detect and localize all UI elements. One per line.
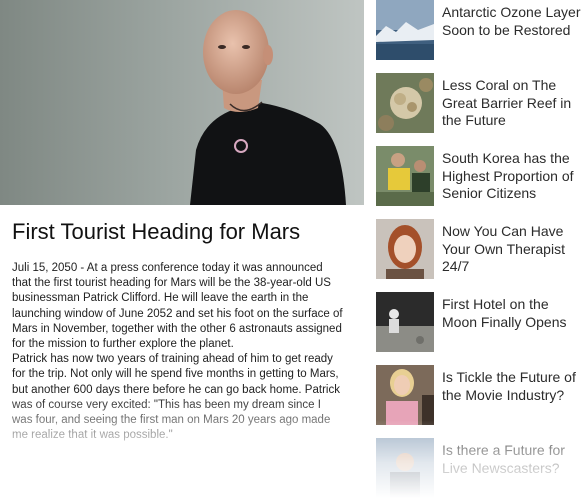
sidebar-item-newscasters[interactable]: Is there a Future for Live Newscasters? <box>374 438 585 500</box>
moon-photo-icon <box>376 292 434 352</box>
sidebar-item-label[interactable]: Less Coral on The Great Barrier Reef in … <box>442 77 582 130</box>
sidebar-item-coral[interactable]: Less Coral on The Great Barrier Reef in … <box>374 73 585 135</box>
related-articles-sidebar: Antarctic Ozone Layer Soon to be Restore… <box>374 0 585 498</box>
sidebar-item-moon-hotel[interactable]: First Hotel on the Moon Finally Opens <box>374 292 585 354</box>
sidebar-item-antarctic-ozone[interactable]: Antarctic Ozone Layer Soon to be Restore… <box>374 0 585 62</box>
sidebar-item-label[interactable]: First Hotel on the Moon Finally Opens <box>442 296 582 331</box>
newscaster-photo-icon <box>376 438 434 498</box>
article-paragraph: Juli 15, 2050 - At a press conference to… <box>12 262 343 351</box>
sidebar-item-tickle-movies[interactable]: Is Tickle the Future of the Movie Indust… <box>374 365 585 427</box>
sidebar-item-label[interactable]: Antarctic Ozone Layer Soon to be Restore… <box>442 4 582 39</box>
antarctic-photo-icon <box>376 0 434 60</box>
seniors-photo-icon <box>376 146 434 206</box>
movie-photo-icon <box>376 365 434 425</box>
hero-photo <box>0 0 364 205</box>
article-body: Juli 15, 2050 - At a press conference to… <box>12 261 344 443</box>
article-paragraph: Patrick has now two years of training ah… <box>12 353 340 442</box>
sidebar-item-label[interactable]: Is Tickle the Future of the Movie Indust… <box>442 369 582 404</box>
sidebar-item-label[interactable]: South Korea has the Highest Proportion o… <box>442 150 582 203</box>
article-title: First Tourist Heading for Mars <box>12 219 301 244</box>
sidebar-item-south-korea[interactable]: South Korea has the Highest Proportion o… <box>374 146 585 208</box>
therapist-photo-icon <box>376 219 434 279</box>
sidebar-item-therapist[interactable]: Now You Can Have Your Own Therapist 24/7 <box>374 219 585 281</box>
hero-person-illustration <box>0 0 364 205</box>
coral-photo-icon <box>376 73 434 133</box>
sidebar-item-label[interactable]: Is there a Future for Live Newscasters? <box>442 442 582 477</box>
sidebar-item-label[interactable]: Now You Can Have Your Own Therapist 24/7 <box>442 223 582 276</box>
